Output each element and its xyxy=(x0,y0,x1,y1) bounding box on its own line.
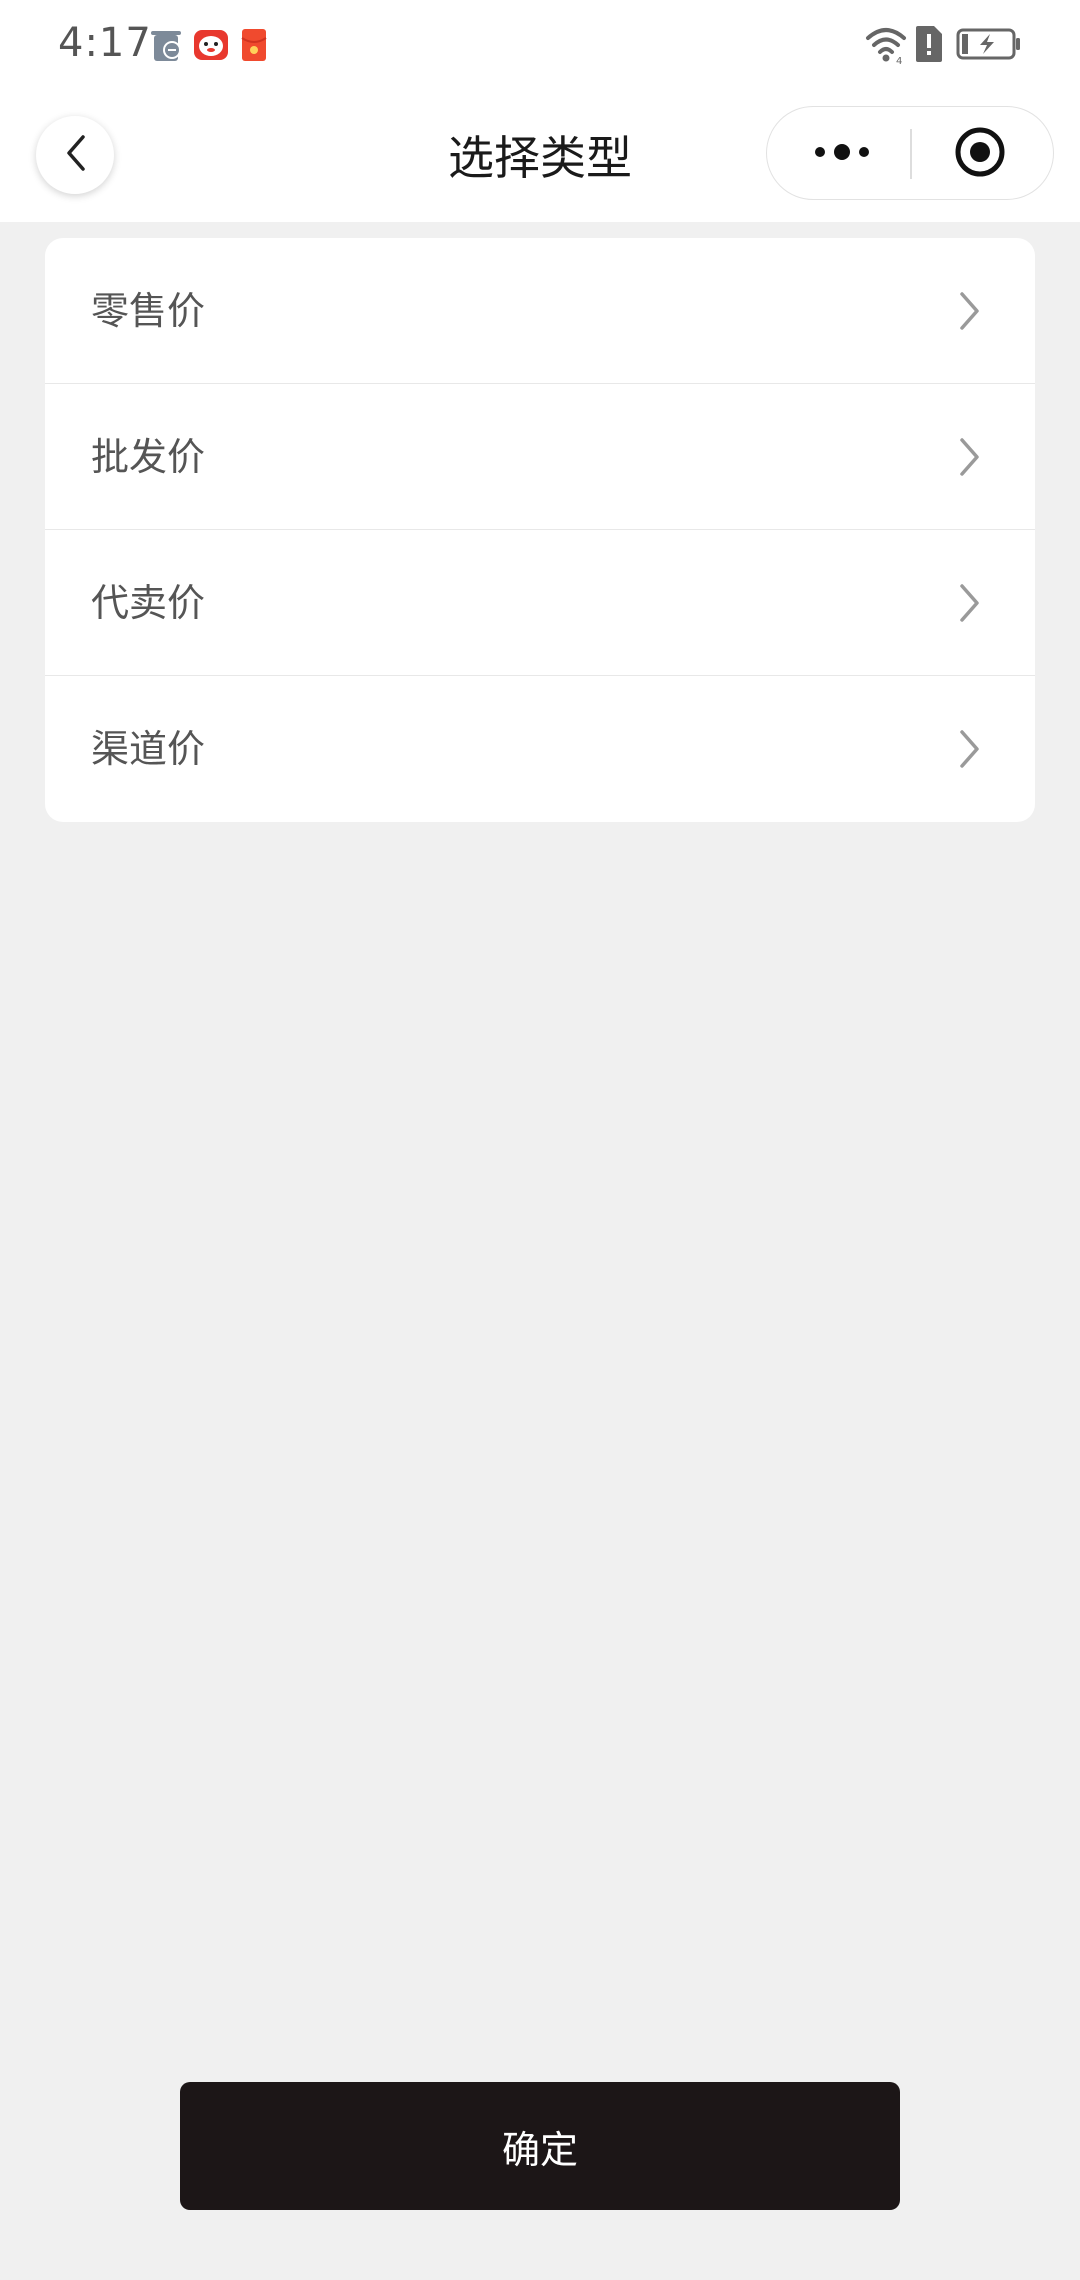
list-item-retail-price[interactable]: 零售价 xyxy=(45,238,1035,384)
close-button[interactable] xyxy=(935,127,1025,179)
chevron-right-icon xyxy=(957,288,983,334)
back-button[interactable] xyxy=(36,116,114,194)
wifi-icon: 4 xyxy=(864,24,908,68)
status-time: 4:17 xyxy=(58,20,152,66)
red-packet-icon xyxy=(240,26,268,68)
red-mascot-icon xyxy=(192,26,230,68)
type-options-list: 零售价 批发价 代卖价 渠道价 xyxy=(45,238,1035,822)
chevron-right-icon xyxy=(957,726,983,772)
battery-charging-icon xyxy=(956,24,1022,68)
list-item-label: 零售价 xyxy=(91,289,206,333)
list-item-channel-price[interactable]: 渠道价 xyxy=(45,676,1035,822)
chevron-right-icon xyxy=(957,434,983,480)
list-item-label: 代卖价 xyxy=(91,581,206,625)
list-item-wholesale-price[interactable]: 批发价 xyxy=(45,384,1035,530)
recycle-bin-icon xyxy=(148,26,186,68)
list-item-consignment-price[interactable]: 代卖价 xyxy=(45,530,1035,676)
svg-text:4: 4 xyxy=(896,56,902,64)
mini-program-capsule xyxy=(766,106,1054,200)
status-bar: 4:17 4 xyxy=(0,0,1080,92)
confirm-button[interactable]: 确定 xyxy=(180,2082,900,2210)
more-dots-icon xyxy=(812,142,872,166)
target-close-icon xyxy=(953,125,1007,183)
page-title: 选择类型 xyxy=(448,131,632,185)
chevron-left-icon xyxy=(63,133,87,177)
alert-icon xyxy=(914,24,944,68)
chevron-right-icon xyxy=(957,580,983,626)
navigation-bar: 选择类型 xyxy=(0,92,1080,222)
list-item-label: 批发价 xyxy=(91,435,206,479)
capsule-divider xyxy=(910,129,912,179)
list-item-label: 渠道价 xyxy=(91,727,206,771)
more-button[interactable] xyxy=(797,129,887,179)
